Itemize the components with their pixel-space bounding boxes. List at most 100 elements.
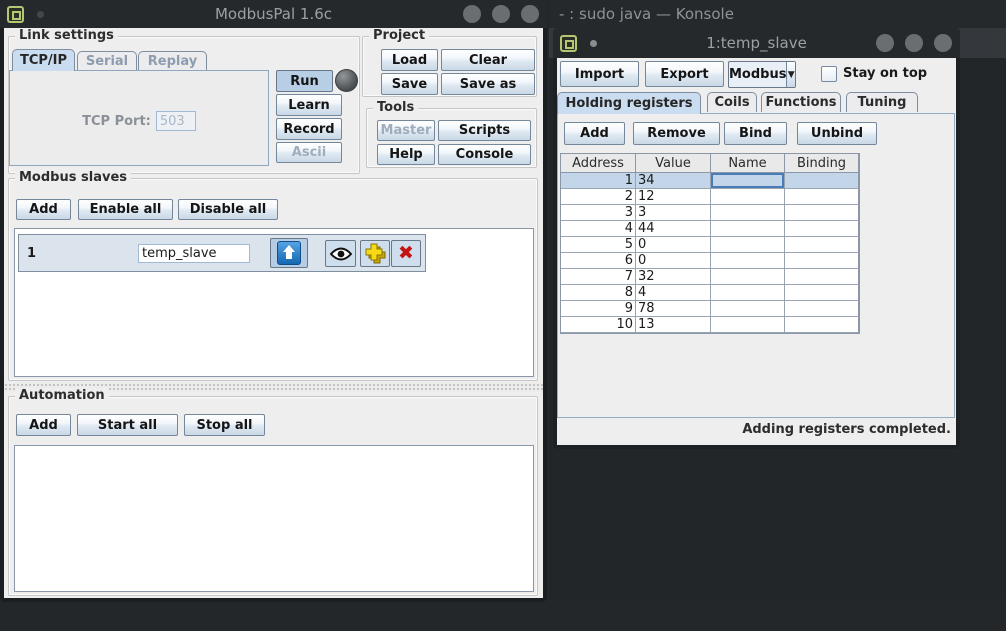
window-menu-icon[interactable] — [7, 6, 24, 23]
register-unbind-button[interactable]: Unbind — [797, 122, 877, 145]
protocol-combobox[interactable]: Modbus ▼ — [728, 61, 796, 88]
register-cell-val[interactable]: 78 — [636, 301, 711, 316]
slave-enable-toggle-button[interactable] — [270, 238, 308, 268]
register-cell-bind[interactable] — [785, 237, 859, 252]
save-button[interactable]: Save — [381, 73, 438, 95]
register-cell-val[interactable]: 34 — [636, 173, 711, 188]
register-cell-addr[interactable]: 10 — [561, 317, 636, 332]
register-cell-name[interactable] — [711, 221, 785, 236]
register-cell-val[interactable]: 12 — [636, 189, 711, 204]
column-header-name[interactable]: Name — [711, 154, 785, 172]
register-remove-button[interactable]: Remove — [633, 122, 720, 145]
slave-close-button[interactable] — [934, 34, 952, 52]
register-cell-name[interactable] — [711, 269, 785, 284]
register-cell-bind[interactable] — [785, 205, 859, 220]
register-row[interactable]: 50 — [561, 237, 859, 253]
slave-delete-button[interactable]: ✖ — [391, 240, 421, 267]
register-row[interactable]: 33 — [561, 205, 859, 221]
register-cell-addr[interactable]: 7 — [561, 269, 636, 284]
register-row[interactable]: 1013 — [561, 317, 859, 333]
register-cell-addr[interactable]: 2 — [561, 189, 636, 204]
master-button[interactable]: Master — [377, 120, 435, 141]
register-cell-val[interactable]: 13 — [636, 317, 711, 332]
ascii-button[interactable]: Ascii — [276, 142, 342, 163]
register-cell-addr[interactable]: 1 — [561, 173, 636, 188]
maximize-button[interactable] — [492, 5, 510, 23]
export-button[interactable]: Export — [645, 61, 724, 87]
slave-name-input[interactable] — [138, 244, 250, 263]
register-cell-val[interactable]: 44 — [636, 221, 711, 236]
register-cell-bind[interactable] — [785, 317, 859, 332]
column-header-value[interactable]: Value — [636, 154, 711, 172]
minimize-button[interactable] — [463, 5, 481, 23]
column-header-address[interactable]: Address — [561, 154, 636, 172]
register-row[interactable]: 212 — [561, 189, 859, 205]
register-cell-bind[interactable] — [785, 269, 859, 284]
register-bind-button[interactable]: Bind — [724, 122, 787, 145]
chevron-down-icon[interactable]: ▼ — [786, 62, 795, 87]
register-cell-val[interactable]: 3 — [636, 205, 711, 220]
slave-duplicate-button[interactable] — [360, 240, 390, 267]
start-all-button[interactable]: Start all — [77, 414, 178, 436]
register-cell-name[interactable] — [711, 253, 785, 268]
automation-add-button[interactable]: Add — [16, 414, 71, 436]
tab-functions[interactable]: Functions — [761, 92, 841, 112]
tab-replay[interactable]: Replay — [138, 51, 207, 71]
record-button[interactable]: Record — [276, 118, 342, 140]
console-button[interactable]: Console — [438, 144, 531, 165]
register-cell-addr[interactable]: 9 — [561, 301, 636, 316]
register-cell-val[interactable]: 4 — [636, 285, 711, 300]
register-cell-bind[interactable] — [785, 301, 859, 316]
slave-minimize-button[interactable] — [876, 34, 894, 52]
register-row[interactable]: 978 — [561, 301, 859, 317]
tab-coils[interactable]: Coils — [707, 92, 757, 112]
register-row[interactable]: 732 — [561, 269, 859, 285]
register-cell-name[interactable] — [711, 301, 785, 316]
slave-window-menu-icon[interactable] — [560, 35, 577, 52]
register-cell-bind[interactable] — [785, 189, 859, 204]
clear-button[interactable]: Clear — [441, 49, 535, 71]
slave-add-button[interactable]: Add — [16, 199, 71, 220]
tcp-port-input[interactable] — [156, 111, 196, 131]
register-cell-addr[interactable]: 8 — [561, 285, 636, 300]
run-button[interactable]: Run — [276, 70, 333, 92]
tab-tuning[interactable]: Tuning — [846, 92, 918, 112]
register-add-button[interactable]: Add — [564, 122, 625, 145]
register-cell-bind[interactable] — [785, 285, 859, 300]
register-cell-addr[interactable]: 6 — [561, 253, 636, 268]
import-button[interactable]: Import — [560, 61, 639, 87]
column-header-binding[interactable]: Binding — [785, 154, 859, 172]
stay-on-top-checkbox[interactable] — [821, 66, 837, 82]
register-cell-addr[interactable]: 5 — [561, 237, 636, 252]
register-cell-val[interactable]: 0 — [636, 253, 711, 268]
register-row[interactable]: 134 — [561, 173, 859, 189]
disable-all-button[interactable]: Disable all — [178, 199, 278, 220]
register-cell-bind[interactable] — [785, 253, 859, 268]
register-row[interactable]: 84 — [561, 285, 859, 301]
close-button[interactable] — [521, 5, 539, 23]
register-row[interactable]: 444 — [561, 221, 859, 237]
register-cell-val[interactable]: 32 — [636, 269, 711, 284]
help-button[interactable]: Help — [377, 144, 435, 165]
register-cell-bind[interactable] — [785, 173, 859, 188]
tab-holding-registers[interactable]: Holding registers — [557, 92, 701, 114]
slave-maximize-button[interactable] — [905, 34, 923, 52]
register-cell-name[interactable] — [711, 285, 785, 300]
tab-tcpip[interactable]: TCP/IP — [12, 49, 75, 71]
slave-view-button[interactable] — [325, 240, 356, 267]
learn-button[interactable]: Learn — [276, 94, 342, 116]
scripts-button[interactable]: Scripts — [438, 120, 531, 141]
load-button[interactable]: Load — [381, 49, 438, 71]
enable-all-button[interactable]: Enable all — [78, 199, 173, 220]
save-as-button[interactable]: Save as — [441, 73, 535, 95]
register-cell-name[interactable] — [711, 173, 785, 188]
register-cell-val[interactable]: 0 — [636, 237, 711, 252]
register-cell-addr[interactable]: 3 — [561, 205, 636, 220]
register-cell-name[interactable] — [711, 205, 785, 220]
register-cell-name[interactable] — [711, 189, 785, 204]
register-cell-name[interactable] — [711, 317, 785, 332]
stop-all-button[interactable]: Stop all — [184, 414, 265, 436]
register-cell-bind[interactable] — [785, 221, 859, 236]
register-row[interactable]: 60 — [561, 253, 859, 269]
register-cell-name[interactable] — [711, 237, 785, 252]
